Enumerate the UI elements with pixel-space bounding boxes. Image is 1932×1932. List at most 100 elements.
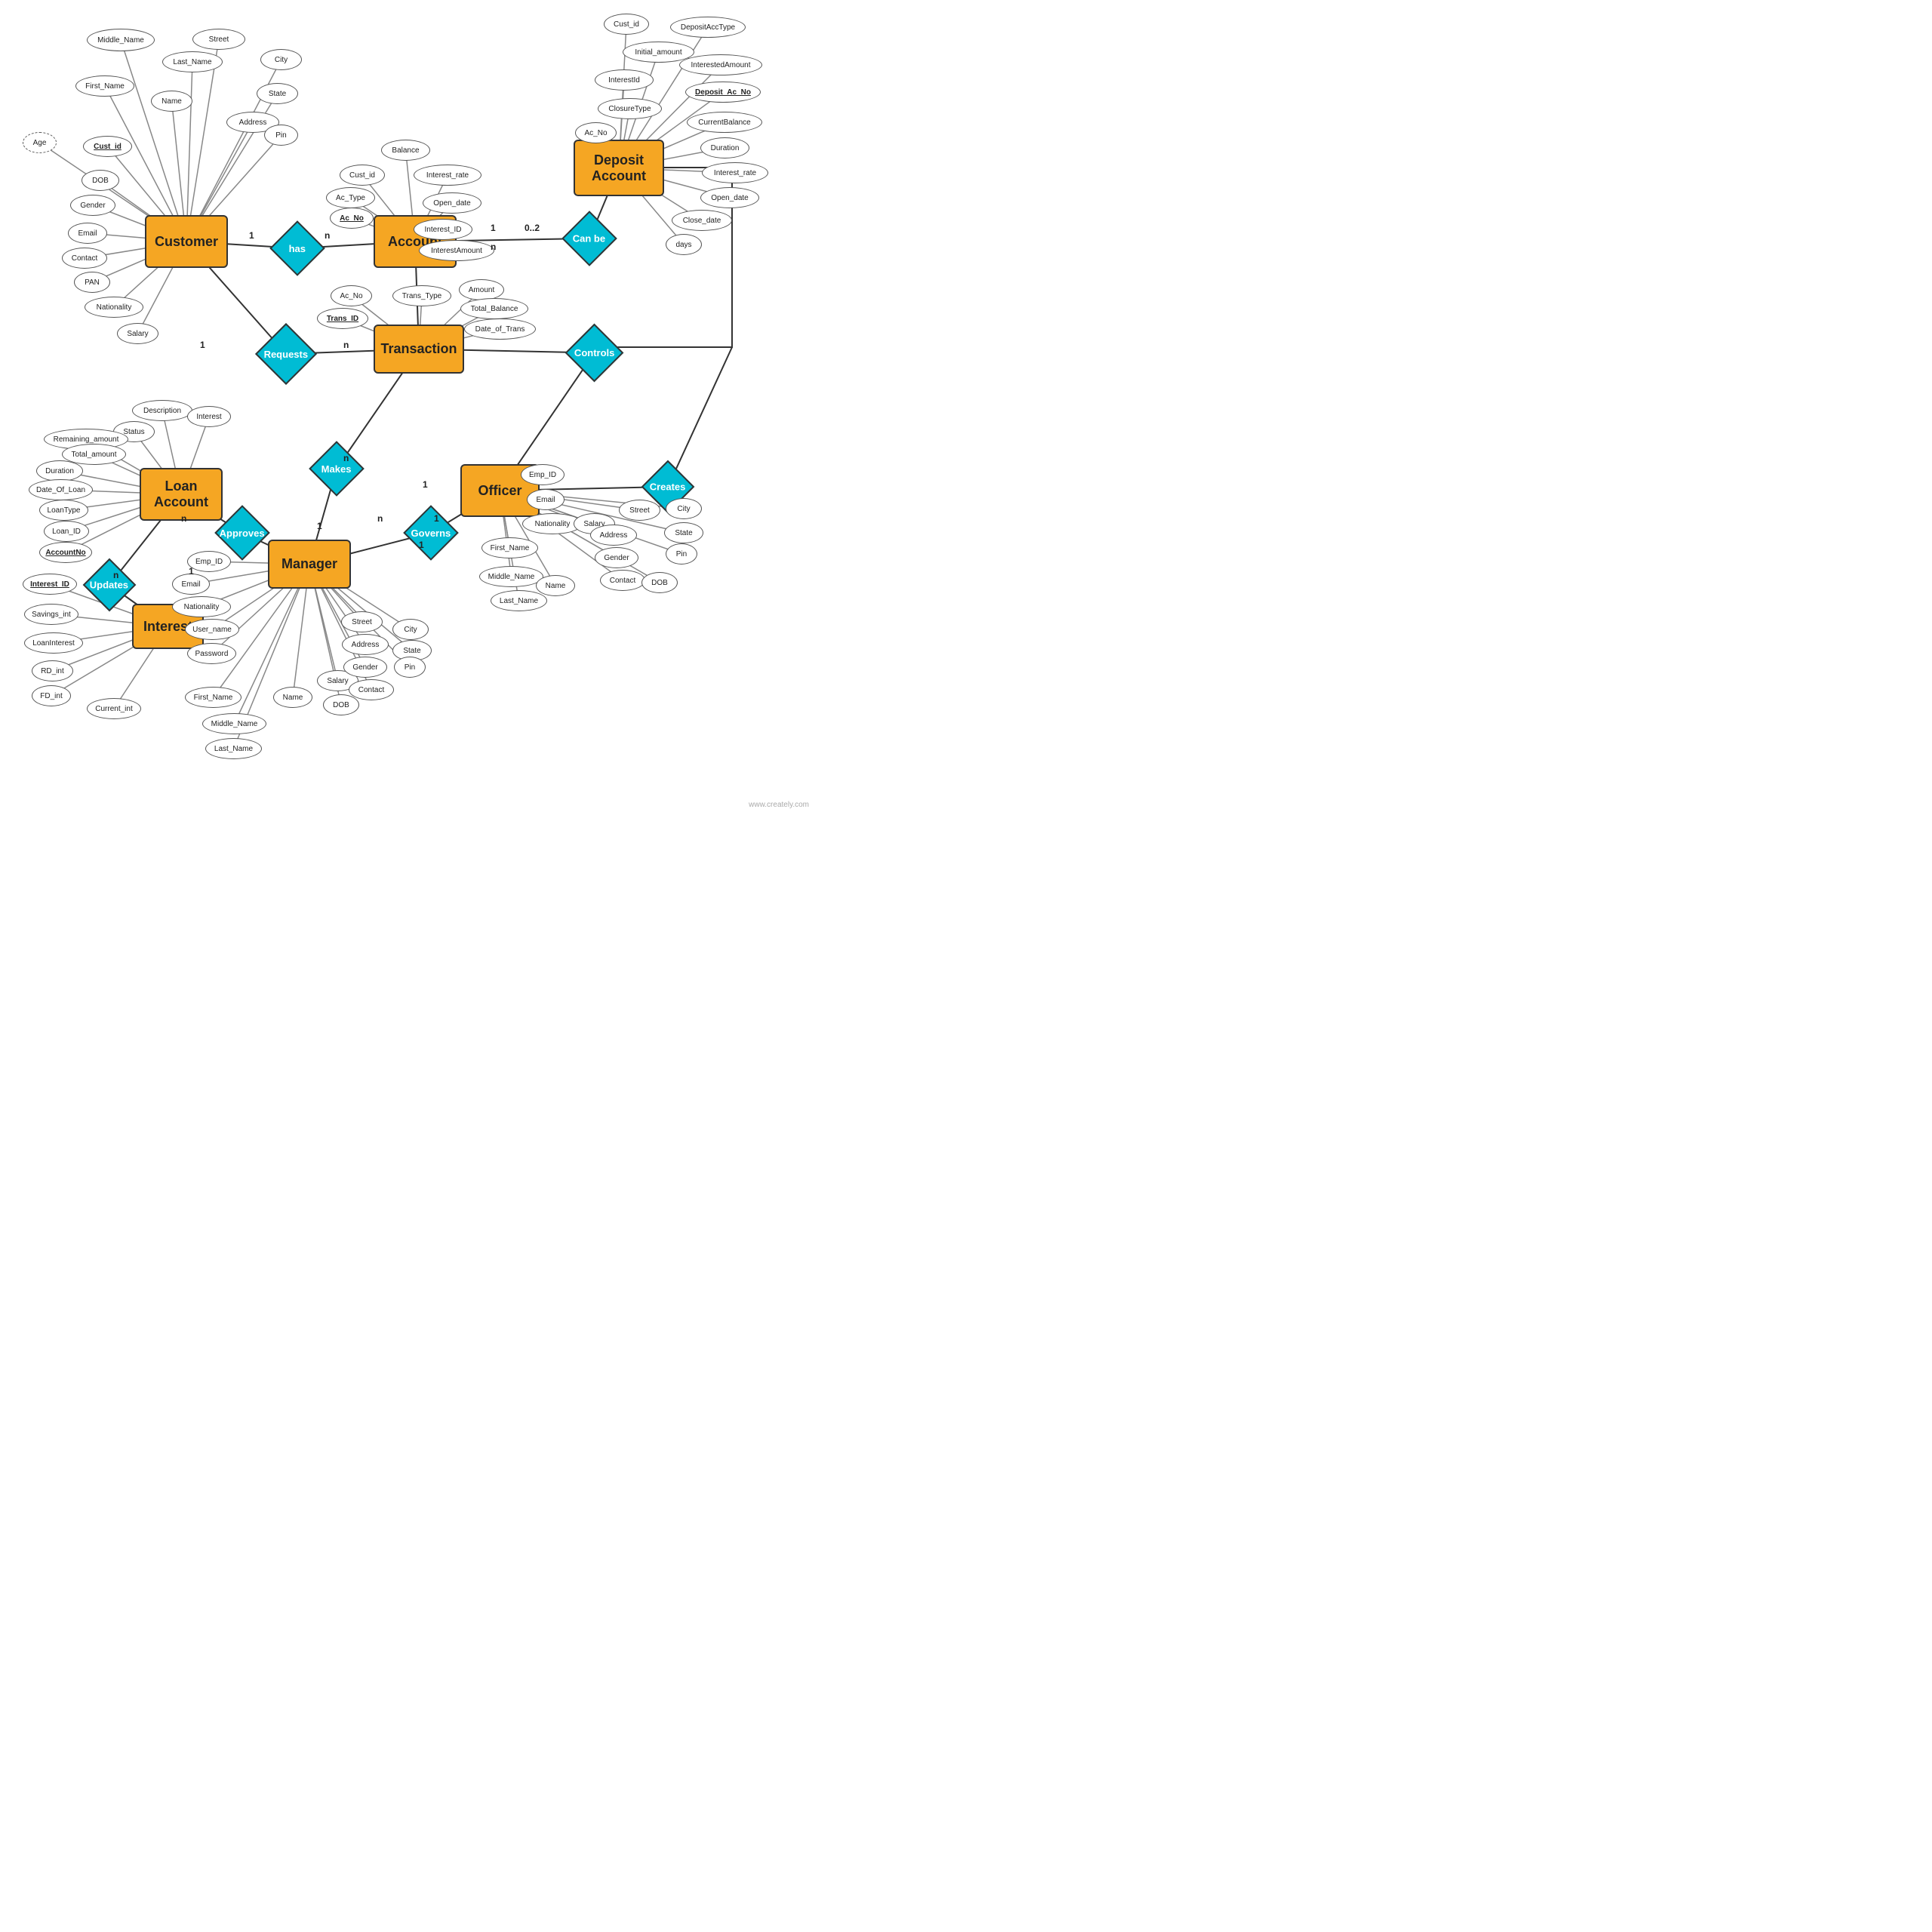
attr-contact: Contact — [62, 248, 107, 269]
attr-loaninterest: LoanInterest — [24, 632, 83, 654]
attr-open_date: Open_date — [423, 192, 481, 214]
cardinality-label: 1 — [491, 223, 496, 233]
relation-updates[interactable]: Updates — [83, 558, 137, 612]
relation-label-creates: Creates — [650, 481, 686, 493]
attr-interest_id: Interest_ID — [23, 574, 77, 595]
relation-can_be[interactable]: Can be — [561, 211, 617, 266]
attr-dob: DOB — [323, 694, 359, 715]
attr-ac_no: Ac_No — [575, 122, 617, 143]
entity-manager: Manager — [268, 540, 351, 589]
attr-name: Name — [273, 687, 312, 708]
attr-rd_int: RD_int — [32, 660, 73, 681]
attr-interest_id: Interest_ID — [414, 219, 472, 240]
attr-fd_int: FD_int — [32, 685, 71, 706]
attr-name: Name — [151, 91, 192, 112]
attr-interest: Interest — [187, 406, 231, 427]
attr-first_name: First_Name — [75, 75, 134, 97]
attr-accountno: AccountNo — [39, 542, 92, 563]
attr-cust_id: Cust_id — [340, 165, 385, 186]
relation-label-approves: Approves — [220, 528, 265, 539]
attr-depositacctype: DepositAccType — [670, 17, 746, 38]
attr-interestamount: InterestAmount — [419, 240, 494, 261]
attr-contact: Contact — [600, 570, 645, 591]
attr-current_int: Current_int — [87, 698, 141, 719]
attr-street: Street — [341, 611, 383, 632]
attr-email: Email — [172, 574, 210, 595]
relation-label-updates: Updates — [90, 580, 128, 591]
attr-pin: Pin — [394, 657, 426, 678]
attr-contact: Contact — [349, 679, 394, 700]
attr-state: State — [257, 83, 298, 104]
attr-last_name: Last_Name — [205, 738, 262, 759]
cardinality-label: 1 — [423, 479, 428, 490]
attr-last_name: Last_Name — [162, 51, 223, 72]
attr-city: City — [666, 498, 702, 519]
attr-street: Street — [619, 500, 660, 521]
relation-has[interactable]: has — [269, 220, 325, 276]
attr-user_name: User_name — [185, 619, 239, 640]
attr-street: Street — [192, 29, 245, 50]
cardinality-label: 1 — [434, 513, 439, 524]
attr-middle_name: Middle_Name — [87, 29, 155, 51]
attr-ac_no: Ac_No — [331, 285, 372, 306]
cardinality-label: 1 — [189, 566, 194, 577]
relation-label-has: has — [289, 243, 306, 254]
attr-balance: Balance — [381, 140, 430, 161]
attr-first_name: First_Name — [185, 687, 242, 708]
attr-name: Name — [536, 575, 575, 596]
attr-deposit_ac_no: Deposit_Ac_No — [685, 82, 761, 103]
attr-dob: DOB — [641, 572, 678, 593]
cardinality-label: 1 — [200, 340, 205, 350]
attr-salary: Salary — [117, 323, 158, 344]
attr-duration: Duration — [700, 137, 749, 158]
relation-approves[interactable]: Approves — [214, 505, 270, 561]
attr-emp_id: Emp_ID — [521, 464, 565, 485]
cardinality-label: 1 — [419, 540, 424, 550]
relation-controls[interactable]: Controls — [565, 324, 624, 383]
attr-date_of_loan: Date_Of_Loan — [29, 479, 93, 500]
cardinality-label: 1 — [317, 521, 322, 531]
attr-nationality: Nationality — [172, 596, 231, 617]
relation-governs[interactable]: Governs — [403, 505, 459, 561]
attr-address: Address — [590, 525, 637, 546]
attr-interest_rate: Interest_rate — [702, 162, 768, 183]
attr-total_balance: Total_Balance — [460, 298, 528, 319]
attr-cust_id: Cust_id — [604, 14, 649, 35]
attr-date_of_trans: Date_of_Trans — [464, 318, 536, 340]
cardinality-label: n — [343, 453, 349, 463]
diagram-container: CustomerAccountDepositAccountTransaction… — [0, 0, 815, 815]
attr-duration: Duration — [36, 460, 83, 481]
attr-first_name: First_Name — [481, 537, 538, 558]
relation-label-controls: Controls — [574, 347, 614, 358]
attr-city: City — [392, 619, 429, 640]
attr-gender: Gender — [70, 195, 115, 216]
attr-pin: Pin — [264, 125, 298, 146]
attr-address: Address — [342, 634, 389, 655]
attr-open_date: Open_date — [700, 187, 759, 208]
attr-last_name: Last_Name — [491, 590, 547, 611]
relation-makes[interactable]: Makes — [309, 441, 365, 497]
attr-amount: Amount — [459, 279, 504, 300]
attr-cust_id: Cust_id — [83, 136, 132, 157]
cardinality-label: n — [491, 242, 496, 252]
attr-gender: Gender — [343, 657, 387, 678]
attr-interestedamount: InterestedAmount — [679, 54, 762, 75]
attr-email: Email — [68, 223, 107, 244]
attr-ac_type: Ac_Type — [326, 187, 375, 208]
attr-description: Description — [132, 400, 192, 421]
cardinality-label: 1 — [249, 230, 254, 241]
watermark: www.creately.com — [749, 801, 809, 809]
entity-customer: Customer — [145, 215, 228, 268]
attr-password: Password — [187, 643, 236, 664]
attr-closuretype: ClosureType — [598, 98, 662, 119]
attr-email: Email — [527, 489, 565, 510]
attr-middle_name: Middle_Name — [479, 566, 543, 587]
relation-label-governs: Governs — [411, 528, 451, 539]
relation-requests[interactable]: Requests — [255, 323, 317, 385]
cardinality-label: n — [377, 513, 383, 524]
cardinality-label: 0..2 — [525, 223, 540, 233]
cardinality-label: n — [113, 570, 118, 580]
relation-label-can_be: Can be — [573, 233, 605, 245]
relation-label-requests: Requests — [264, 349, 309, 360]
attr-state: State — [664, 522, 703, 543]
